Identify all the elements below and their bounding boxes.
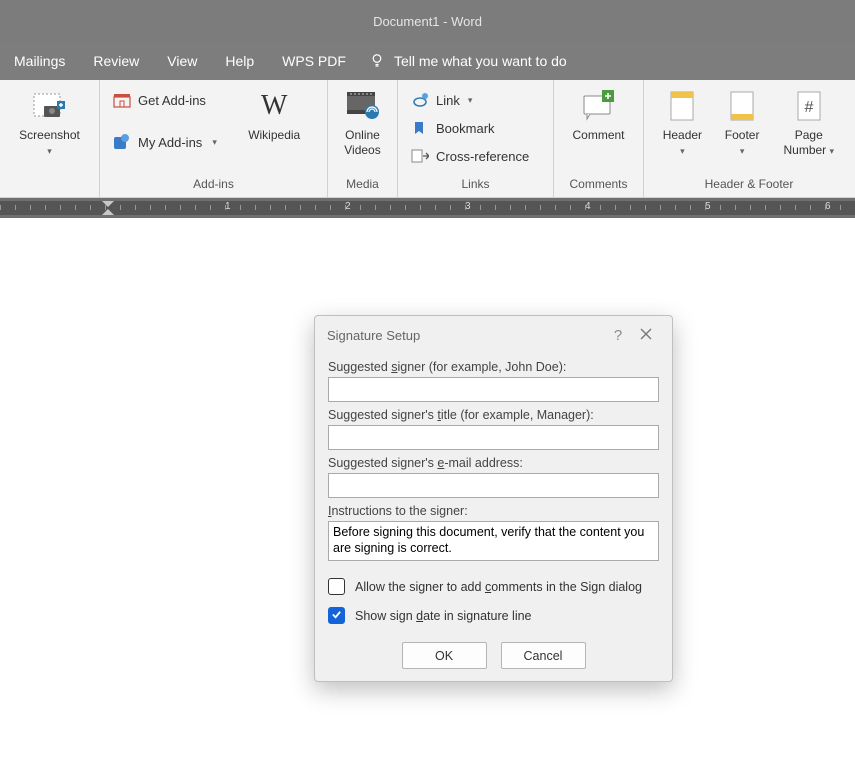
tell-me-label: Tell me what you want to do <box>394 53 567 69</box>
tab-label: WPS PDF <box>282 53 346 69</box>
close-button[interactable] <box>632 328 660 343</box>
show-sign-date-label: Show sign date in signature line <box>355 609 532 623</box>
close-icon <box>640 328 652 343</box>
label-signer: Suggested signer (for example, John Doe)… <box>328 360 659 374</box>
bookmark-icon <box>410 118 430 138</box>
tab-review[interactable]: Review <box>79 42 153 80</box>
ok-button[interactable]: OK <box>402 642 487 669</box>
page-number-icon: # <box>789 86 829 126</box>
group-media-label: Media <box>328 175 397 197</box>
chevron-down-icon: ▾ <box>212 137 217 148</box>
group-addins-label: Add-ins <box>100 175 327 197</box>
indent-marker-top-icon[interactable] <box>102 201 114 207</box>
title-bar: Document1 - Word <box>0 0 855 42</box>
page-number-button[interactable]: # PageNumber ▾ <box>772 84 846 159</box>
svg-text:#: # <box>804 99 813 116</box>
my-addins-button[interactable]: My Add-ins ▾ <box>108 130 229 154</box>
signature-setup-dialog: Signature Setup ? Suggested signer (for … <box>314 315 673 682</box>
tab-view[interactable]: View <box>153 42 211 80</box>
screenshot-icon <box>30 86 70 126</box>
btn-label: My Add-ins <box>138 135 202 150</box>
email-input[interactable] <box>328 473 659 498</box>
title-input[interactable] <box>328 425 659 450</box>
comment-button[interactable]: Comment <box>562 84 635 143</box>
crossref-icon <box>410 146 430 166</box>
show-sign-date-checkbox[interactable] <box>328 607 345 624</box>
btn-label: Page <box>795 128 823 142</box>
link-icon <box>410 90 430 110</box>
ruler[interactable]: 123456 <box>0 198 855 218</box>
dialog-titlebar[interactable]: Signature Setup ? <box>315 316 672 354</box>
group-hf-label: Header & Footer <box>644 175 854 197</box>
btn-label: Link <box>436 93 460 108</box>
dialog-title: Signature Setup <box>327 328 604 343</box>
btn-label: Footer <box>725 128 760 142</box>
indent-marker-bottom-icon[interactable] <box>102 209 114 215</box>
menu-tabs: Mailings Review View Help WPS PDF Tell m… <box>0 42 855 80</box>
label-email: Suggested signer's e-mail address: <box>328 456 659 470</box>
ribbon: Screenshot▾ Get Add-ins My Add-ins <box>0 80 855 198</box>
get-addins-button[interactable]: Get Add-ins <box>108 88 229 112</box>
screenshot-button[interactable]: Screenshot▾ <box>8 84 91 159</box>
wikipedia-icon: W <box>254 86 294 126</box>
wikipedia-button[interactable]: W Wikipedia <box>229 84 319 143</box>
tab-label: Mailings <box>14 53 65 69</box>
btn-label2: Videos <box>344 143 380 157</box>
tab-wps-pdf[interactable]: WPS PDF <box>268 42 360 80</box>
footer-button[interactable]: Footer▾ <box>713 84 772 159</box>
online-videos-button[interactable]: OnlineVideos <box>336 84 389 158</box>
window-title: Document1 - Word <box>373 14 482 29</box>
allow-comments-label: Allow the signer to add comments in the … <box>355 580 642 594</box>
footer-icon <box>722 86 762 126</box>
label-instructions: Instructions to the signer: <box>328 504 659 518</box>
header-button[interactable]: Header▾ <box>652 84 713 159</box>
tab-label: View <box>167 53 197 69</box>
comment-icon <box>579 86 619 126</box>
instructions-input[interactable] <box>328 521 659 561</box>
store-icon <box>112 90 132 110</box>
lightbulb-icon <box>368 51 386 72</box>
bookmark-button[interactable]: Bookmark <box>406 116 533 140</box>
btn-label: Get Add-ins <box>138 93 206 108</box>
addins-icon <box>112 132 132 152</box>
allow-comments-checkbox[interactable] <box>328 578 345 595</box>
tab-label: Help <box>225 53 254 69</box>
group-links-label: Links <box>398 175 553 197</box>
btn-label2: Number <box>783 143 826 157</box>
btn-label: Online <box>345 128 380 142</box>
video-icon <box>343 86 383 126</box>
check-icon <box>331 609 342 623</box>
cross-reference-button[interactable]: Cross-reference <box>406 144 533 168</box>
group-comments-label: Comments <box>554 175 643 197</box>
tell-me-search[interactable]: Tell me what you want to do <box>368 51 567 72</box>
tab-help[interactable]: Help <box>211 42 268 80</box>
cancel-button[interactable]: Cancel <box>501 642 586 669</box>
btn-label: Header <box>663 128 702 142</box>
help-button[interactable]: ? <box>604 327 632 344</box>
btn-label: Screenshot <box>19 128 80 142</box>
link-button[interactable]: Link ▾ <box>406 88 533 112</box>
btn-label: Wikipedia <box>248 128 300 142</box>
signer-input[interactable] <box>328 377 659 402</box>
tab-mailings[interactable]: Mailings <box>0 42 79 80</box>
chevron-down-icon: ▾ <box>468 95 473 106</box>
tab-label: Review <box>93 53 139 69</box>
btn-label: Bookmark <box>436 121 495 136</box>
label-title: Suggested signer's title (for example, M… <box>328 408 659 422</box>
header-icon <box>662 86 702 126</box>
btn-label: Comment <box>572 128 624 142</box>
btn-label: Cross-reference <box>436 149 529 164</box>
